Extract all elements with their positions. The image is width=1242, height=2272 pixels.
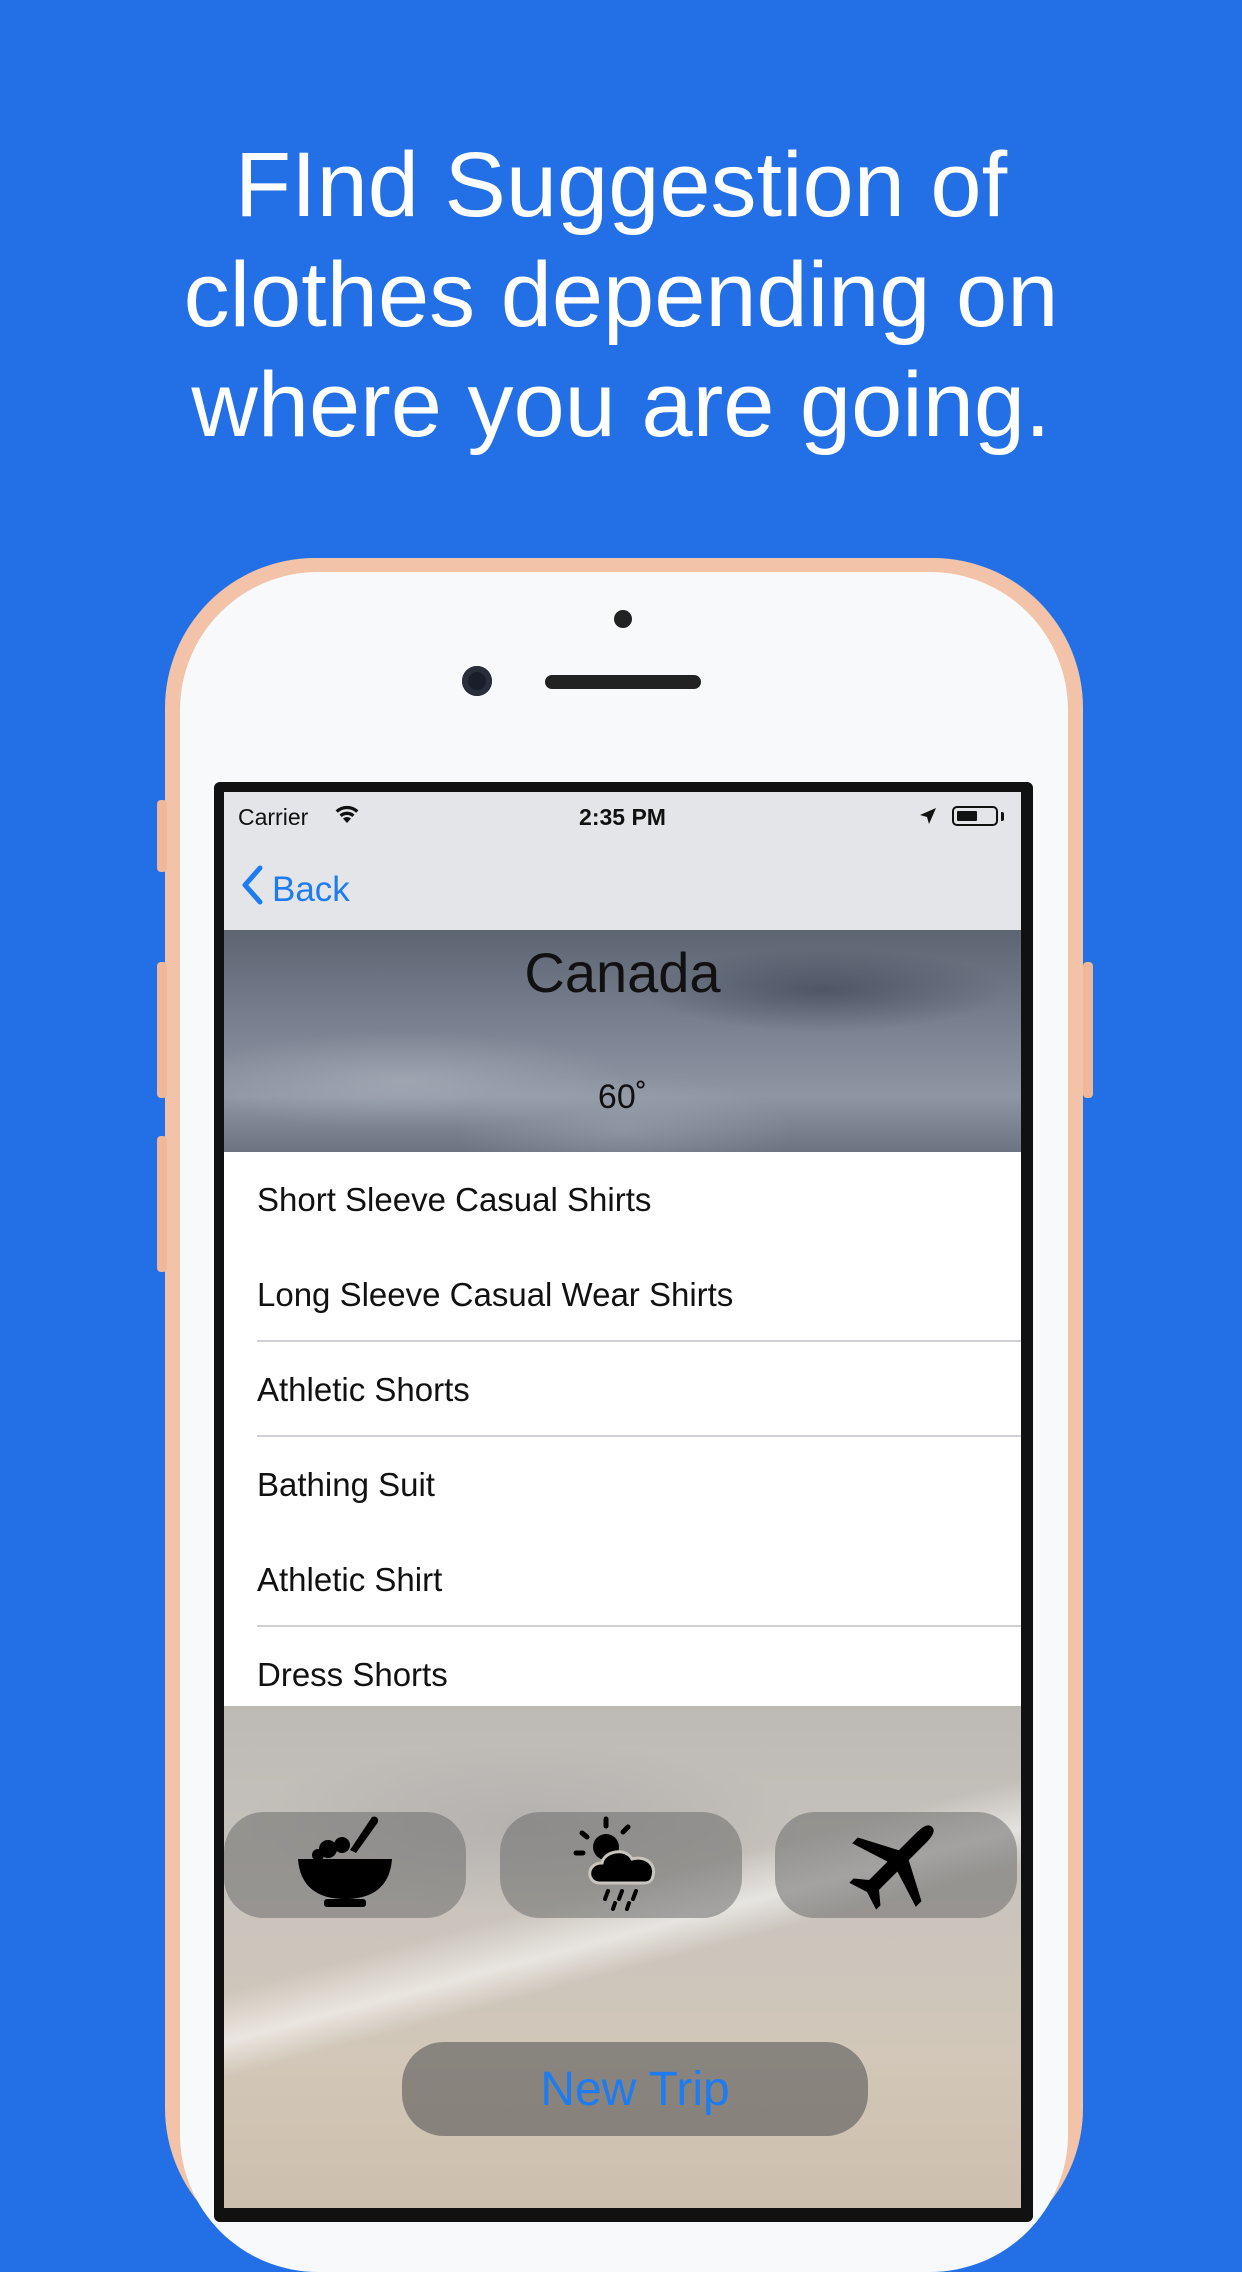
list-item-label: Short Sleeve Casual Shirts — [257, 1180, 652, 1218]
list-item-label: Bathing Suit — [257, 1465, 435, 1503]
flights-button[interactable] — [775, 1812, 1017, 1918]
clock: 2:35 PM — [579, 804, 666, 830]
proximity-sensor — [614, 610, 632, 628]
list-item-label: Athletic Shirt — [257, 1560, 443, 1598]
weather-button[interactable] — [500, 1812, 742, 1918]
battery-level — [957, 811, 977, 821]
front-camera — [462, 666, 492, 696]
mute-switch — [157, 800, 167, 872]
power-button — [1083, 962, 1093, 1098]
list-item-label: Long Sleeve Casual Wear Shirts — [257, 1275, 734, 1313]
headline-line-2: clothes depending on — [183, 244, 1059, 346]
clothing-list: Short Sleeve Casual Shirts Long Sleeve Ca… — [224, 1152, 1021, 1722]
back-button[interactable]: Back — [240, 864, 350, 915]
weather-icon — [566, 1813, 676, 1918]
temperature-label: 60˚ — [597, 1078, 648, 1116]
earpiece-speaker — [545, 675, 701, 689]
battery-tip — [1001, 812, 1004, 821]
back-label: Back — [272, 869, 350, 909]
volume-down-button — [157, 1136, 167, 1272]
destination-header: Canada 60˚ — [224, 930, 1021, 1152]
list-item[interactable]: Athletic Shirt — [224, 1532, 1021, 1627]
list-item-label: Dress Shorts — [257, 1655, 448, 1693]
battery-icon — [952, 806, 998, 826]
list-item[interactable]: Bathing Suit — [224, 1437, 1021, 1532]
volume-up-button — [157, 962, 167, 1098]
country-title: Canada — [524, 941, 721, 1004]
list-item[interactable]: Athletic Shorts — [224, 1342, 1021, 1437]
navigation-bar: Carrier 2:35 PM Back — [224, 792, 1021, 930]
list-item[interactable]: Short Sleeve Casual Shirts — [224, 1152, 1021, 1247]
list-item[interactable]: Long Sleeve Casual Wear Shirts — [224, 1247, 1021, 1342]
airplane-icon — [841, 1808, 951, 1923]
food-button[interactable] — [224, 1812, 466, 1918]
headline-line-1: FInd Suggestion of — [234, 134, 1008, 236]
headline: FInd Suggestion of clothes depending on … — [0, 130, 1242, 460]
status-bar: Carrier 2:35 PM — [224, 792, 1021, 844]
food-bowl-icon — [290, 1813, 400, 1918]
bottom-panel: New Trip — [224, 1706, 1021, 2208]
chevron-left-icon — [240, 864, 272, 915]
app-screen: Carrier 2:35 PM Back Canada 60˚ Short Sl… — [224, 792, 1021, 2208]
new-trip-button[interactable]: New Trip — [402, 2042, 868, 2136]
list-item-label: Athletic Shorts — [257, 1370, 470, 1408]
location-arrow-icon — [918, 805, 938, 832]
headline-line-3: where you are going. — [191, 354, 1051, 456]
